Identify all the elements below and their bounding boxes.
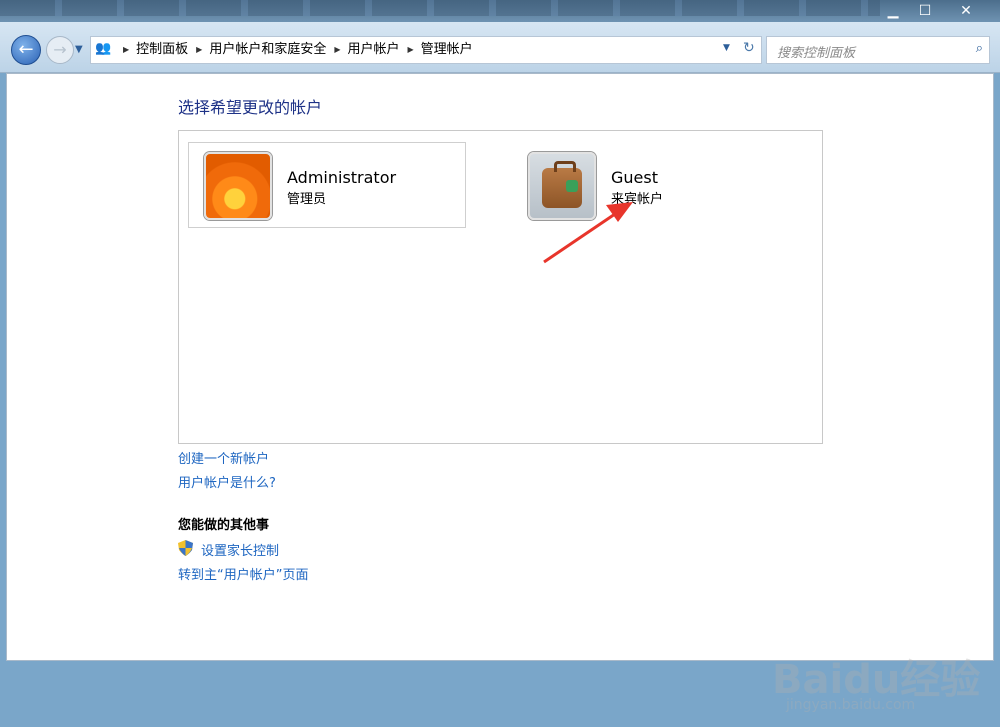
- annotation-arrow: [543, 202, 633, 264]
- watermark-url: jingyan.baidu.com: [786, 697, 916, 713]
